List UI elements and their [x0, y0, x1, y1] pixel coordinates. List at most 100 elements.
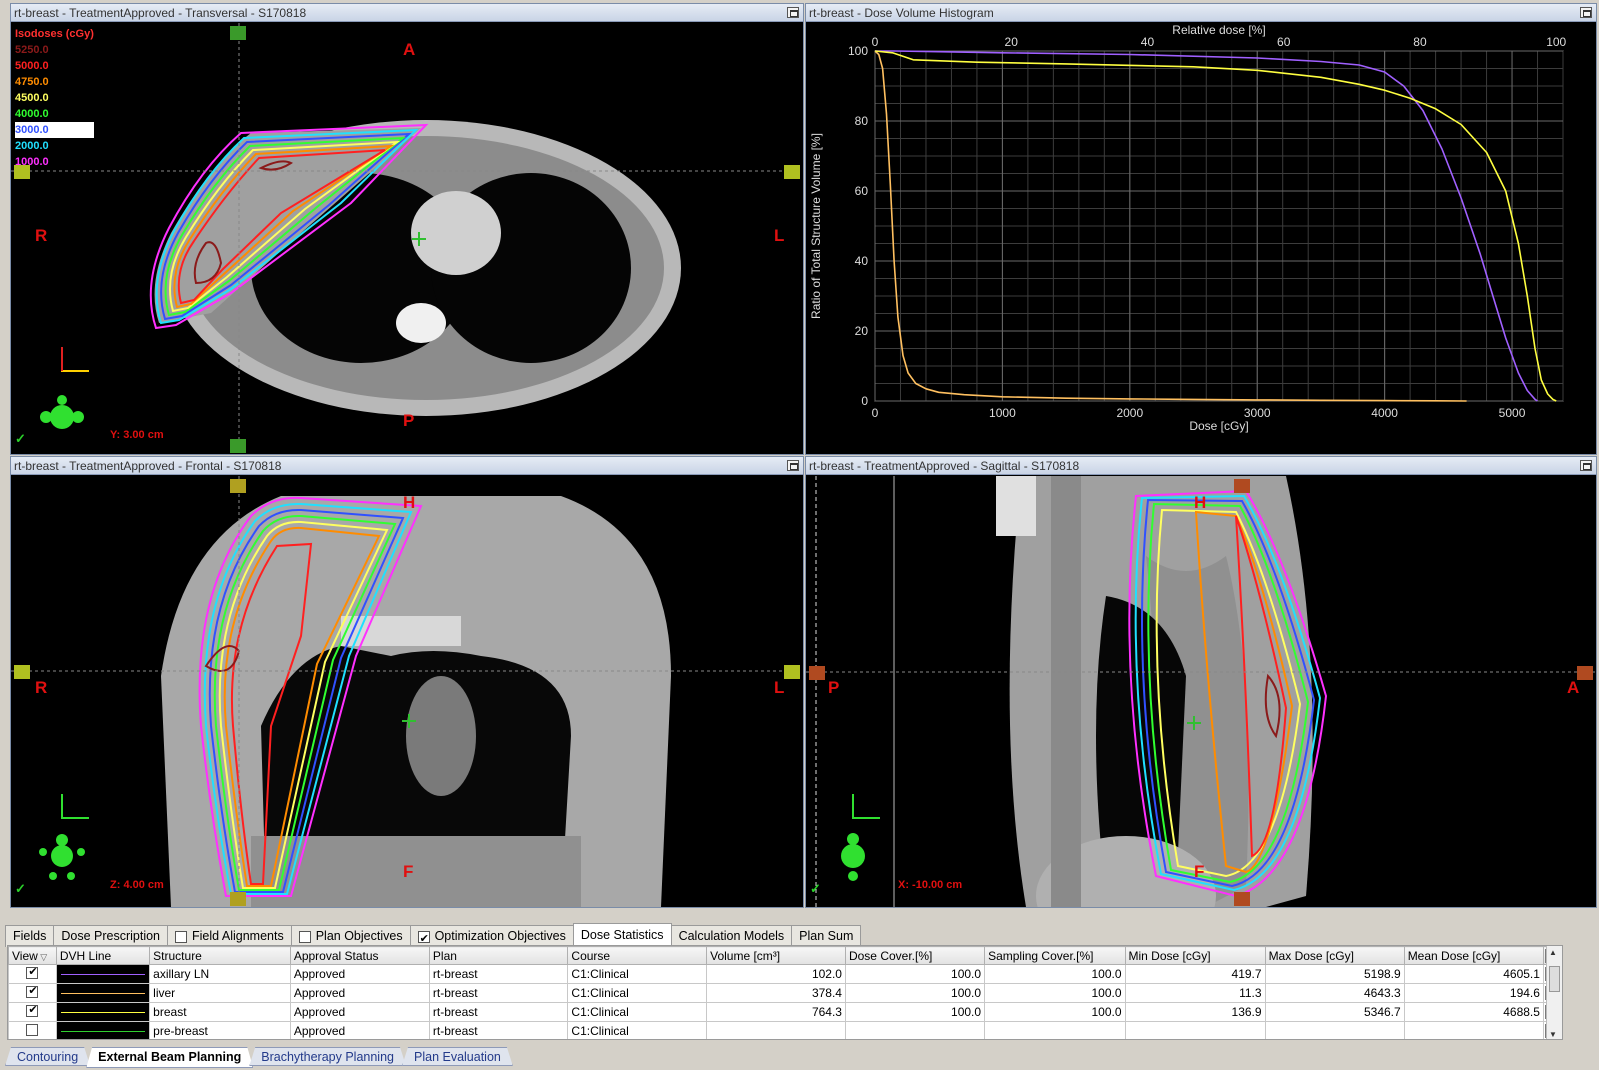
frontal-image[interactable]: H F R L Z: 4.00 cm ✓	[11, 476, 803, 907]
tab-label: Plan Objectives	[315, 929, 403, 943]
view-checkbox[interactable]	[26, 966, 39, 979]
x2-tick-label: 80	[1413, 35, 1427, 49]
cell-min-dose: 419.7	[1124, 964, 1266, 984]
tab-calculation-models[interactable]: Calculation Models	[670, 925, 793, 947]
isodose-level: 5000.0	[15, 60, 49, 72]
workspace-tab-external-beam-planning[interactable]: External Beam Planning	[86, 1047, 253, 1068]
x-tick-label: 4000	[1371, 406, 1398, 420]
column-header-course[interactable]: Course	[567, 946, 708, 965]
cell-structure: axillary LN	[149, 964, 291, 984]
column-header-volume[interactable]: Volume [cm³]	[706, 946, 846, 965]
sagittal-image[interactable]: H F P A X: -10.00 cm ✓	[806, 476, 1596, 907]
scrollbar-thumb[interactable]	[1549, 966, 1560, 992]
column-header-min-dose[interactable]: Min Dose [cGy]	[1124, 946, 1266, 965]
transversal-view-pane[interactable]: rt-breast - TreatmentApproved - Transver…	[10, 3, 804, 455]
cell-plan: rt-breast	[428, 1002, 569, 1022]
maximize-icon[interactable]	[787, 7, 799, 18]
column-header-mean-dose[interactable]: Mean Dose [cGy]	[1403, 946, 1544, 965]
slice-coordinate: Z: 4.00 cm	[110, 879, 164, 891]
tab-fields[interactable]: Fields	[5, 925, 55, 947]
table-row[interactable]: axillary LNApprovedrt-breastC1:Clinical1…	[8, 964, 1562, 984]
cell-volume: 102.0	[706, 964, 846, 984]
dvh-line-cell[interactable]	[55, 1002, 151, 1022]
x-tick-label: 1000	[989, 406, 1016, 420]
dvh-chart-area[interactable]: 0 1000 2000 3000 4000 5000 0 20 40 60 80 100 0 20 40 60…	[806, 23, 1596, 454]
frontal-view-pane[interactable]: rt-breast - TreatmentApproved - Frontal …	[10, 456, 804, 908]
y-tick-label: 100	[848, 44, 868, 58]
table-row[interactable]: breastApprovedrt-breastC1:Clinical764.31…	[8, 1002, 1562, 1022]
scroll-up-icon[interactable]: ▲	[1549, 948, 1557, 957]
dvh-line-swatch	[60, 974, 146, 975]
x-tick-label: 5000	[1499, 406, 1526, 420]
x-tick-label: 2000	[1116, 406, 1143, 420]
cell-sampling-cover	[984, 1021, 1126, 1039]
column-header-approval-status[interactable]: Approval Status	[289, 946, 430, 965]
tab-field-alignments[interactable]: Field Alignments	[167, 925, 292, 947]
cell-sampling-cover: 100.0	[984, 983, 1126, 1003]
tab-optimization-objectives[interactable]: Optimization Objectives	[409, 925, 574, 950]
column-header-sampling-cover[interactable]: Sampling Cover.[%]	[984, 946, 1126, 965]
check-icon: ✓	[15, 431, 26, 446]
tab-label: Plan Sum	[799, 929, 854, 943]
maximize-icon[interactable]	[787, 460, 799, 471]
x2-tick-label: 0	[872, 35, 879, 49]
optimization-objectives-checkbox[interactable]	[417, 929, 430, 950]
tab-plan-objectives[interactable]: Plan Objectives	[290, 925, 411, 947]
view-cell	[8, 1002, 57, 1022]
orientation-head: H	[403, 493, 416, 512]
cell-volume	[706, 1021, 846, 1039]
cell-approval-status: Approved	[289, 1002, 430, 1022]
check-icon: ✓	[15, 881, 26, 896]
tab-label: Optimization Objectives	[434, 929, 566, 943]
column-header-max-dose[interactable]: Max Dose [cGy]	[1264, 946, 1405, 965]
transversal-image[interactable]: Isodoses (cGy) 5250.0 5000.0 4750.0 4500…	[11, 23, 803, 454]
cell-volume: 764.3	[706, 1002, 846, 1022]
isodose-level: 4750.0	[15, 76, 49, 88]
cell-min-dose: 11.3	[1124, 983, 1266, 1003]
check-icon: ✓	[810, 881, 821, 896]
isodose-level: 3000.0	[15, 122, 94, 138]
orientation-right: R	[35, 226, 48, 245]
cell-dose-cover: 100.0	[844, 964, 986, 984]
tab-dose-prescription[interactable]: Dose Prescription	[53, 925, 168, 947]
table-row[interactable]: liverApprovedrt-breastC1:Clinical378.410…	[8, 983, 1562, 1003]
dvh-line-cell[interactable]	[55, 983, 151, 1003]
isodose-legend: Isodoses (cGy) 5250.0 5000.0 4750.0 4500…	[15, 26, 94, 170]
workspace-tab-brachytherapy-planning[interactable]: Brachytherapy Planning	[249, 1047, 406, 1066]
dvh-pane[interactable]: rt-breast - Dose Volume Histogram 0 1000 2…	[805, 3, 1597, 455]
maximize-icon[interactable]	[1580, 460, 1592, 471]
cell-course: C1:Clinical	[567, 1002, 708, 1022]
table-row[interactable]: pre-breastApprovedrt-breastC1:Clinical ▼	[8, 1021, 1562, 1039]
cell-mean-dose: 4605.1	[1403, 964, 1544, 984]
column-header-structure[interactable]: Structure	[149, 946, 291, 965]
frontal-view-title: rt-breast - TreatmentApproved - Frontal …	[11, 457, 803, 475]
orientation-foot: F	[1194, 862, 1205, 881]
cell-plan: rt-breast	[428, 983, 569, 1003]
tab-dose-statistics[interactable]: Dose Statistics	[572, 923, 672, 947]
column-header-dvh-line[interactable]: DVH Line	[55, 946, 151, 965]
maximize-icon[interactable]	[1580, 7, 1592, 18]
view-checkbox[interactable]	[26, 1023, 39, 1036]
orientation-left: L	[774, 678, 785, 697]
table-scrollbar[interactable]: ▲ ▼	[1546, 946, 1562, 1039]
workspace-tab-plan-evaluation[interactable]: Plan Evaluation	[402, 1047, 513, 1066]
tab-plan-sum[interactable]: Plan Sum	[791, 925, 862, 947]
dvh-line-cell[interactable]	[55, 1021, 151, 1039]
dvh-line-cell[interactable]	[55, 964, 151, 984]
workspace-tab-contouring[interactable]: Contouring	[5, 1047, 90, 1066]
column-header-view[interactable]: View ▽	[8, 946, 57, 965]
column-header-plan[interactable]: Plan	[428, 946, 569, 965]
scroll-down-icon[interactable]: ▼	[1549, 1030, 1557, 1039]
cell-course: C1:Clinical	[567, 964, 708, 984]
field-alignments-checkbox[interactable]	[175, 930, 187, 943]
slice-coordinate: Y: 3.00 cm	[110, 429, 164, 441]
view-checkbox[interactable]	[26, 1004, 39, 1017]
column-header-dose-cover[interactable]: Dose Cover.[%]	[844, 946, 986, 965]
view-checkbox[interactable]	[26, 985, 39, 998]
isodose-level: 4000.0	[15, 108, 49, 120]
cell-max-dose: 4643.3	[1264, 983, 1405, 1003]
view-cell	[8, 983, 57, 1003]
plan-objectives-checkbox[interactable]	[298, 930, 311, 943]
sagittal-view-pane[interactable]: rt-breast - TreatmentApproved - Sagittal…	[805, 456, 1597, 908]
tab-label: Dose Statistics	[580, 928, 664, 942]
